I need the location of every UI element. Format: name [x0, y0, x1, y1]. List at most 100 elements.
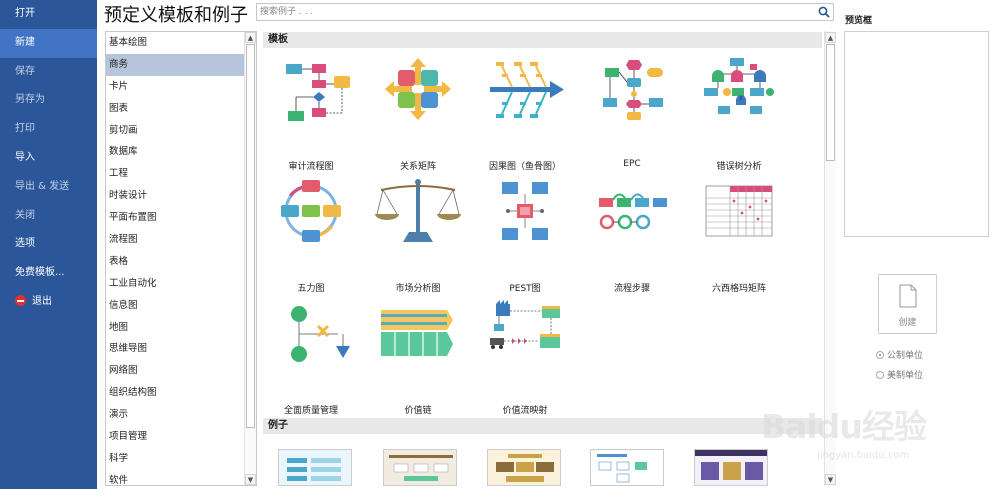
backstage-nav: 打开 新建 保存 另存为 打印 导入 导出 & 发送 关闭 选项 免费模板...… — [0, 0, 97, 489]
template-process-steps[interactable]: 流程步骤 — [582, 176, 682, 294]
baidu-watermark: Baidu经验 jingyan.baidu.com — [755, 400, 995, 480]
category-item[interactable]: 数据库 — [106, 141, 244, 163]
category-scrollbar[interactable]: ▲ ▼ — [244, 32, 256, 485]
nav-new[interactable]: 新建 — [0, 28, 97, 58]
balance-scale-icon — [375, 179, 461, 242]
audit-flowchart-icon — [286, 64, 350, 121]
search-icon[interactable] — [818, 6, 830, 18]
nav-close[interactable]: 关闭 — [0, 202, 97, 231]
template-market-analysis[interactable]: 市场分析图 — [368, 176, 468, 294]
category-item[interactable]: 信息图 — [106, 295, 244, 317]
pest-diagram-icon — [502, 182, 548, 240]
category-item[interactable]: 表格 — [106, 251, 244, 273]
scroll-down-arrow-icon[interactable]: ▼ — [245, 474, 256, 485]
preview-box — [844, 31, 989, 237]
template-six-sigma-matrix[interactable]: 六西格玛矩阵 — [689, 176, 789, 294]
template-label: 因果图（鱼骨图） — [488, 162, 561, 172]
template-label: 六西格玛矩阵 — [711, 284, 766, 294]
nav-save[interactable]: 保存 — [0, 58, 97, 87]
nav-exit-label: 退出 — [32, 295, 52, 307]
template-label: 流程步骤 — [613, 284, 650, 294]
category-item[interactable]: 剪切画 — [106, 120, 244, 142]
category-item[interactable]: 基本绘图 — [106, 32, 244, 54]
nav-export-send[interactable]: 导出 & 发送 — [0, 173, 97, 202]
template-audit-flowchart[interactable]: 审计流程图 — [261, 54, 361, 172]
category-item[interactable]: 工程 — [106, 163, 244, 185]
scroll-up-arrow-icon[interactable]: ▲ — [245, 32, 256, 43]
watermark-brand: Baidu经验 — [761, 407, 927, 446]
nav-save-as[interactable]: 另存为 — [0, 86, 97, 115]
exit-icon — [15, 294, 26, 306]
scroll-up-arrow-icon[interactable]: ▲ — [825, 32, 836, 43]
example-thumbnail[interactable] — [278, 449, 352, 486]
category-item[interactable]: 工业自动化 — [106, 273, 244, 295]
examples-section-header: 例子 — [263, 418, 822, 434]
category-item[interactable]: 地图 — [106, 317, 244, 339]
us-units-label: 美制单位 — [887, 371, 924, 381]
category-item[interactable]: 图表 — [106, 98, 244, 120]
template-gallery: 模板 审计流程图 关系矩阵 因果图（鱼骨图） EPC 错误树分析 五力图 市场分… — [261, 31, 837, 486]
scrollbar-thumb[interactable] — [826, 44, 835, 161]
template-relationship-matrix[interactable]: 关系矩阵 — [368, 54, 468, 172]
nav-exit[interactable]: 退出 — [0, 288, 97, 317]
template-label: PEST图 — [509, 284, 541, 294]
process-steps-icon — [599, 193, 667, 230]
page-title: 预定义模板和例子 — [104, 5, 248, 26]
template-label: 关系矩阵 — [399, 162, 436, 172]
category-item[interactable]: 平面布置图 — [106, 207, 244, 229]
nav-import[interactable]: 导入 — [0, 144, 97, 173]
nav-options[interactable]: 选项 — [0, 230, 97, 259]
fault-tree-icon — [704, 58, 774, 114]
example-preview-image — [488, 450, 560, 485]
metric-units-radio[interactable]: 公制单位 — [876, 348, 923, 361]
category-item[interactable]: 项目管理 — [106, 426, 244, 448]
relationship-matrix-icon — [385, 58, 451, 120]
example-preview-image — [384, 450, 456, 485]
template-label: EPC — [623, 159, 641, 169]
category-item[interactable]: 流程图 — [106, 229, 244, 251]
template-five-forces[interactable]: 五力图 — [261, 176, 361, 294]
fishbone-diagram-icon — [490, 62, 564, 118]
template-value-chain[interactable]: 价值链 — [368, 298, 468, 416]
template-fishbone[interactable]: 因果图（鱼骨图） — [475, 54, 575, 172]
radio-unchecked-icon — [876, 371, 884, 379]
watermark-url: jingyan.baidu.com — [817, 450, 910, 461]
category-item[interactable]: 卡片 — [106, 76, 244, 98]
template-fault-tree[interactable]: 错误树分析 — [689, 54, 789, 172]
category-item[interactable]: 组织结构图 — [106, 382, 244, 404]
scrollbar-thumb[interactable] — [246, 44, 255, 428]
metric-units-label: 公制单位 — [887, 351, 924, 361]
create-button-label: 创建 — [898, 318, 917, 328]
category-item[interactable]: 科学 — [106, 448, 244, 470]
template-label: 审计流程图 — [288, 162, 334, 172]
template-pest[interactable]: PEST图 — [475, 176, 575, 294]
search-input[interactable] — [257, 4, 807, 20]
tqm-diagram-icon — [291, 306, 350, 362]
nav-print[interactable]: 打印 — [0, 115, 97, 144]
category-item[interactable]: 网络图 — [106, 360, 244, 382]
category-item[interactable]: 思维导图 — [106, 338, 244, 360]
search-box[interactable] — [256, 3, 834, 21]
value-chain-icon — [381, 310, 453, 356]
templates-section-header: 模板 — [263, 32, 822, 48]
example-thumbnail[interactable] — [487, 449, 561, 486]
template-tqm[interactable]: 全面质量管理 — [261, 298, 361, 416]
five-forces-icon — [281, 180, 341, 242]
template-epc[interactable]: EPC — [582, 54, 682, 169]
category-item[interactable]: 商务 — [106, 53, 244, 76]
template-label: 价值流映射 — [502, 406, 548, 416]
category-item[interactable]: 时装设计 — [106, 185, 244, 207]
template-label: 五力图 — [297, 284, 325, 294]
nav-open[interactable]: 打开 — [0, 0, 97, 29]
create-button[interactable]: 创建 — [878, 274, 937, 334]
category-item[interactable]: 软件 — [106, 470, 244, 485]
epc-diagram-icon — [603, 60, 663, 120]
nav-free-templates[interactable]: 免费模板... — [0, 259, 97, 288]
template-label: 错误树分析 — [716, 162, 762, 172]
category-item[interactable]: 演示 — [106, 404, 244, 426]
us-units-radio[interactable]: 美制单位 — [876, 368, 923, 381]
example-thumbnail[interactable] — [383, 449, 457, 486]
template-value-stream-map[interactable]: 价值流映射 — [475, 298, 575, 416]
template-label: 市场分析图 — [395, 284, 441, 294]
example-thumbnail[interactable] — [590, 449, 664, 486]
